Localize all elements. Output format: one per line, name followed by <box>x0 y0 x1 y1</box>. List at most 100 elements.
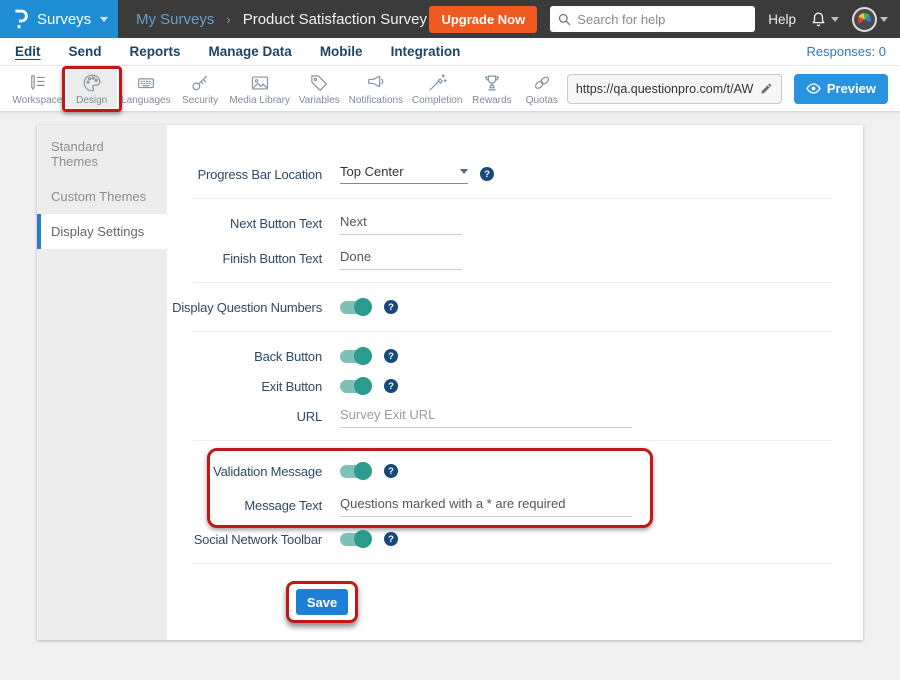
validation-message-group: Validation Message ? Message Text <box>167 450 833 524</box>
social-network-toolbar-label: Social Network Toolbar <box>167 532 322 547</box>
avatar <box>852 7 877 32</box>
top-header: Surveys My Surveys › Product Satisfactio… <box>0 0 900 38</box>
next-button-text-input[interactable] <box>340 212 462 235</box>
page-content: Standard Themes Custom Themes Display Se… <box>0 112 900 640</box>
sidebar-item-standard-themes[interactable]: Standard Themes <box>37 129 167 179</box>
toolbar-item-completion[interactable]: Completion <box>407 70 466 108</box>
message-text-input[interactable] <box>340 494 632 517</box>
questionpro-logo-icon <box>13 9 28 30</box>
section-divider <box>193 563 833 564</box>
notifications-menu[interactable] <box>809 10 839 29</box>
search-input[interactable] <box>577 12 747 27</box>
languages-keyboard-icon <box>135 72 157 94</box>
back-button-label: Back Button <box>167 349 322 364</box>
toolbar-item-design[interactable]: Design <box>67 70 117 108</box>
exit-button-row: Exit Button ? <box>167 371 833 401</box>
display-question-numbers-label: Display Question Numbers <box>167 300 322 315</box>
help-icon[interactable]: ? <box>384 349 398 363</box>
section-divider <box>193 282 833 283</box>
responses-count: Responses: 0 <box>807 44 887 59</box>
toggle-knob <box>354 347 372 365</box>
nav-tab-edit[interactable]: Edit <box>15 44 41 59</box>
sidebar-item-custom-themes[interactable]: Custom Themes <box>37 179 167 214</box>
display-question-numbers-toggle[interactable] <box>340 301 370 314</box>
search-icon <box>558 13 571 26</box>
validation-message-label: Validation Message <box>167 464 322 479</box>
breadcrumb: My Surveys › Product Satisfaction Survey <box>136 11 427 28</box>
exit-button-label: Exit Button <box>167 379 322 394</box>
exit-url-input[interactable] <box>340 405 632 428</box>
surveys-menu-label: Surveys <box>37 11 91 28</box>
nav-tab-send[interactable]: Send <box>69 44 102 59</box>
nav-tab-integration[interactable]: Integration <box>391 44 461 59</box>
section-divider <box>193 331 833 332</box>
exit-button-toggle[interactable] <box>340 380 370 393</box>
toggle-knob <box>354 530 372 548</box>
section-divider <box>193 198 833 199</box>
survey-url-field[interactable]: https://qa.questionpro.com/t/AW22Zcq2J <box>567 74 782 104</box>
toolbar-item-quotas[interactable]: Quotas <box>517 70 567 108</box>
breadcrumb-separator: › <box>226 12 230 27</box>
exit-url-row: URL <box>167 401 833 431</box>
exit-url-label: URL <box>167 409 322 424</box>
nav-tab-mobile[interactable]: Mobile <box>320 44 363 59</box>
help-icon[interactable]: ? <box>384 532 398 546</box>
toolbar-item-notifications[interactable]: Notifications <box>344 70 407 108</box>
account-menu[interactable] <box>852 7 888 32</box>
help-icon[interactable]: ? <box>384 300 398 314</box>
toolbar-item-workspace[interactable]: Workspace <box>8 70 67 108</box>
edit-toolbar: Workspace Design Languages Security Medi… <box>0 66 900 112</box>
workspace-icon <box>26 72 48 94</box>
help-icon[interactable]: ? <box>384 464 398 478</box>
edit-pencil-icon[interactable] <box>760 82 773 95</box>
help-icon[interactable]: ? <box>384 379 398 393</box>
save-button[interactable]: Save <box>296 589 348 615</box>
sidebar-item-display-settings[interactable]: Display Settings <box>37 214 167 249</box>
back-button-row: Back Button ? <box>167 341 833 371</box>
finish-button-text-label: Finish Button Text <box>167 251 322 266</box>
toolbar-item-security[interactable]: Security <box>175 70 225 108</box>
validation-message-row: Validation Message ? <box>167 456 833 486</box>
preview-label: Preview <box>827 81 876 96</box>
app-logo-menu[interactable]: Surveys <box>0 0 118 38</box>
design-sidebar: Standard Themes Custom Themes Display Se… <box>37 125 167 640</box>
chevron-down-icon <box>831 17 839 22</box>
nav-tab-manage-data[interactable]: Manage Data <box>209 44 292 59</box>
toolbar-item-languages[interactable]: Languages <box>117 70 175 108</box>
toolbar-item-variables[interactable]: Variables <box>294 70 344 108</box>
social-network-toolbar-row: Social Network Toolbar ? <box>167 524 833 554</box>
toolbar-item-rewards[interactable]: Rewards <box>467 70 517 108</box>
social-network-toolbar-toggle[interactable] <box>340 533 370 546</box>
help-search-box[interactable] <box>550 6 755 32</box>
progress-bar-location-row: Progress Bar Location Top Center ? <box>167 159 833 189</box>
preview-button[interactable]: Preview <box>794 74 888 104</box>
progress-bar-location-label: Progress Bar Location <box>167 167 322 182</box>
help-icon[interactable]: ? <box>480 167 494 181</box>
chevron-down-icon <box>460 169 468 174</box>
toolbar-item-media-library[interactable]: Media Library <box>225 70 294 108</box>
notifications-megaphone-icon <box>365 72 387 94</box>
variables-tag-icon <box>308 72 330 94</box>
next-button-text-row: Next Button Text <box>167 208 833 238</box>
header-actions: Upgrade Now Help <box>429 6 900 33</box>
design-settings-card: Standard Themes Custom Themes Display Se… <box>37 125 863 640</box>
breadcrumb-my-surveys[interactable]: My Surveys <box>136 11 214 28</box>
toggle-knob <box>354 377 372 395</box>
validation-message-toggle[interactable] <box>340 465 370 478</box>
bell-icon <box>809 10 828 29</box>
quotas-chain-icon <box>531 72 553 94</box>
save-button-area: Save <box>296 589 348 615</box>
finish-button-text-row: Finish Button Text <box>167 243 833 273</box>
progress-bar-location-select[interactable]: Top Center <box>340 164 468 184</box>
page-title: Product Satisfaction Survey <box>243 11 427 28</box>
avatar-image <box>858 13 871 26</box>
help-link[interactable]: Help <box>768 12 796 27</box>
back-button-toggle[interactable] <box>340 350 370 363</box>
completion-wand-icon <box>426 72 448 94</box>
nav-tab-reports[interactable]: Reports <box>130 44 181 59</box>
message-text-row: Message Text <box>167 490 833 520</box>
display-question-numbers-row: Display Question Numbers ? <box>167 292 833 322</box>
next-button-text-label: Next Button Text <box>167 216 322 231</box>
upgrade-now-button[interactable]: Upgrade Now <box>429 6 537 33</box>
finish-button-text-input[interactable] <box>340 247 462 270</box>
